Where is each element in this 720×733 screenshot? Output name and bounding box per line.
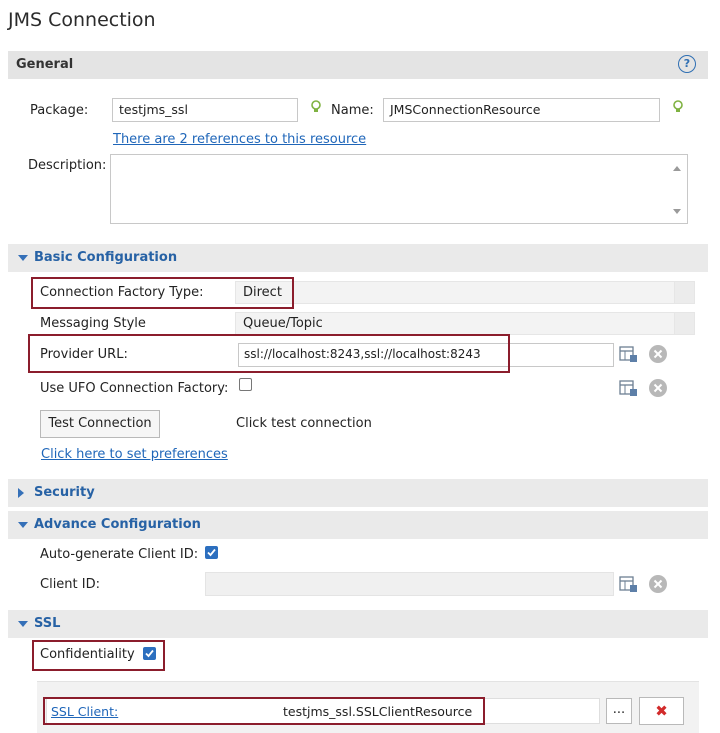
test-status-text: Click test connection [236, 416, 372, 431]
ufo-checkbox[interactable] [239, 378, 252, 391]
expand-triangle-icon [18, 488, 24, 498]
factory-type-dropdown[interactable] [674, 281, 695, 304]
help-icon[interactable]: ? [678, 55, 696, 73]
checkmark-icon [145, 649, 154, 658]
ssl-header-label: SSL [34, 616, 61, 631]
name-input[interactable]: JMSConnectionResource [383, 98, 660, 122]
delete-button[interactable]: ✖ [639, 697, 684, 725]
client-id-input[interactable] [205, 572, 614, 596]
ssl-client-link[interactable]: SSL Client: [51, 704, 118, 719]
general-header-label: General [16, 57, 74, 72]
variable-table-icon[interactable] [619, 574, 639, 594]
lightbulb-icon [311, 100, 321, 112]
messaging-style-value: Queue/Topic [243, 316, 323, 331]
description-textarea[interactable] [110, 154, 688, 224]
provider-url-value: ssl://localhost:8243,ssl://localhost:824… [244, 347, 481, 361]
preferences-link[interactable]: Click here to set preferences [41, 447, 228, 462]
factory-type-field[interactable] [235, 281, 695, 304]
description-label: Description: [28, 158, 107, 173]
confidentiality-label: Confidentiality [40, 647, 135, 662]
confidentiality-checkbox[interactable] [143, 647, 156, 660]
factory-type-label: Connection Factory Type: [40, 285, 204, 300]
checkmark-icon [207, 548, 216, 557]
ufo-label: Use UFO Connection Factory: [40, 381, 229, 396]
scroll-up-icon[interactable] [673, 166, 681, 171]
collapse-triangle-icon [18, 522, 28, 528]
autogen-client-id-label: Auto-generate Client ID: [40, 547, 199, 562]
collapse-triangle-icon [18, 621, 28, 627]
collapse-triangle-icon [18, 255, 28, 261]
package-input[interactable]: testjms_ssl [112, 98, 298, 122]
browse-button[interactable]: ... [606, 698, 632, 724]
delete-icon: ✖ [655, 702, 668, 720]
name-label: Name: [331, 103, 374, 118]
ssl-client-value: testjms_ssl.SSLClientResource [283, 704, 473, 719]
basic-config-header-label: Basic Configuration [34, 250, 178, 265]
provider-url-label: Provider URL: [40, 347, 128, 362]
package-label: Package: [30, 103, 89, 118]
client-id-label: Client ID: [40, 577, 100, 592]
basic-config-section-header[interactable]: Basic Configuration [8, 244, 708, 272]
page-title: JMS Connection [8, 9, 156, 31]
autogen-client-id-checkbox[interactable] [205, 546, 218, 559]
clear-icon[interactable] [648, 574, 668, 594]
variable-table-icon[interactable] [619, 344, 639, 364]
security-header-label: Security [34, 485, 95, 500]
factory-type-value: Direct [243, 285, 282, 300]
scroll-down-icon[interactable] [673, 209, 681, 214]
advance-config-section-header[interactable]: Advance Configuration [8, 511, 708, 539]
messaging-style-label: Messaging Style [40, 316, 146, 331]
security-section-header[interactable]: Security [8, 479, 708, 507]
lightbulb-icon [673, 100, 683, 112]
variable-table-icon[interactable] [619, 378, 639, 398]
clear-icon[interactable] [648, 378, 668, 398]
clear-icon[interactable] [648, 344, 668, 364]
references-link[interactable]: There are 2 references to this resource [113, 132, 366, 147]
advance-config-header-label: Advance Configuration [34, 517, 201, 532]
messaging-style-dropdown[interactable] [674, 312, 695, 335]
general-section-header: General ? [8, 51, 708, 79]
test-connection-button[interactable]: Test Connection [40, 410, 160, 438]
ssl-section-header[interactable]: SSL [8, 610, 708, 638]
